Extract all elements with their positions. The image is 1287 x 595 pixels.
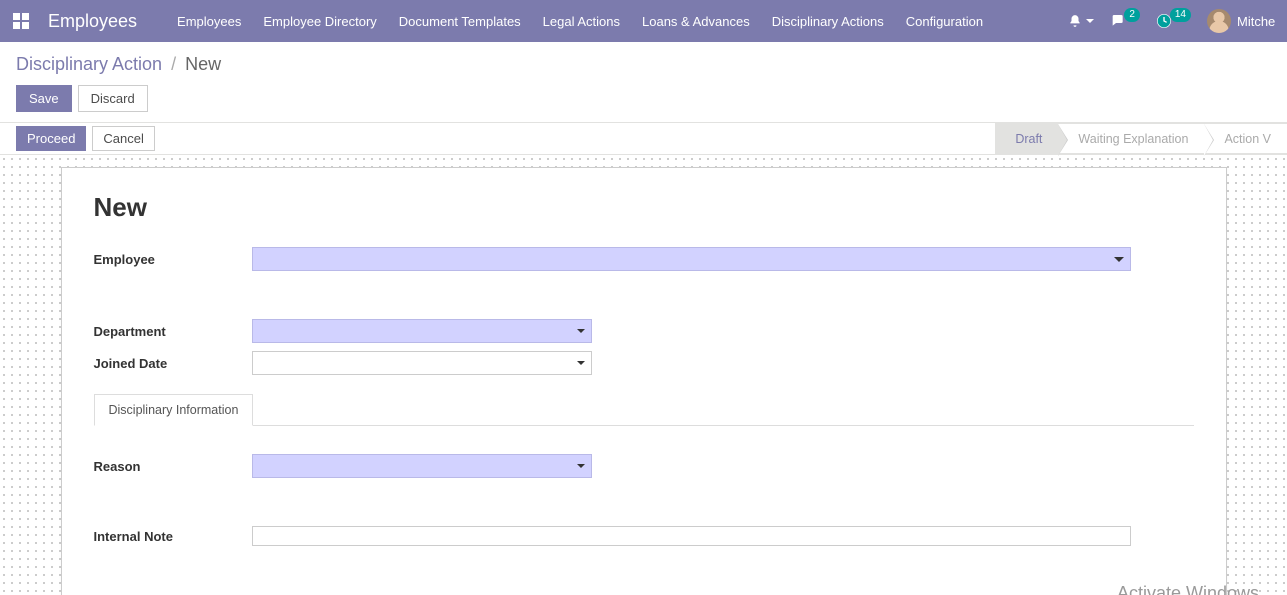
menu-disciplinary-actions[interactable]: Disciplinary Actions	[772, 14, 884, 29]
app-brand[interactable]: Employees	[48, 11, 137, 32]
stage-action-validated[interactable]: Action V	[1204, 123, 1287, 154]
menu-loans-advances[interactable]: Loans & Advances	[642, 14, 750, 29]
save-button[interactable]: Save	[16, 85, 72, 112]
messages-badge: 2	[1124, 8, 1140, 22]
discard-button[interactable]: Discard	[78, 85, 148, 112]
navbar-right: 2 14 Mitche	[1068, 9, 1275, 33]
row-internal-note: Internal Note	[94, 526, 1194, 546]
view-area: New Employee Department Joined Date	[0, 155, 1287, 595]
stage-draft[interactable]: Draft	[995, 123, 1058, 154]
bell-icon	[1068, 14, 1082, 28]
label-department: Department	[94, 324, 252, 339]
breadcrumb-parent[interactable]: Disciplinary Action	[16, 54, 162, 74]
avatar	[1207, 9, 1231, 33]
chevron-down-icon	[1086, 19, 1094, 23]
form-sheet: New Employee Department Joined Date	[61, 167, 1227, 595]
joined-date-field[interactable]	[252, 351, 592, 375]
navbar: Employees Employees Employee Directory D…	[0, 0, 1287, 42]
label-reason: Reason	[94, 459, 252, 474]
internal-note-input[interactable]	[252, 526, 1131, 546]
reason-field[interactable]	[252, 454, 592, 478]
breadcrumb-sep: /	[171, 54, 176, 74]
main-menu: Employees Employee Directory Document Te…	[177, 14, 983, 29]
proceed-button[interactable]: Proceed	[16, 126, 86, 151]
menu-configuration[interactable]: Configuration	[906, 14, 983, 29]
notebook-tabs: Disciplinary Information	[94, 393, 1194, 426]
statusbar: Draft Waiting Explanation Action V	[995, 123, 1287, 154]
menu-employees[interactable]: Employees	[177, 14, 241, 29]
label-employee: Employee	[94, 252, 252, 267]
user-menu[interactable]: Mitche	[1207, 9, 1275, 33]
username: Mitche	[1237, 14, 1275, 29]
department-input[interactable]	[252, 319, 592, 343]
messages-button[interactable]: 2	[1110, 13, 1140, 29]
control-panel: Disciplinary Action / New Save Discard	[0, 42, 1287, 123]
menu-document-templates[interactable]: Document Templates	[399, 14, 521, 29]
chevron-down-icon	[577, 361, 585, 365]
row-joined-date: Joined Date	[94, 351, 1194, 375]
edit-buttons: Save Discard	[16, 85, 1271, 112]
department-field[interactable]	[252, 319, 592, 343]
chevron-down-icon	[577, 464, 585, 468]
action-bar: Proceed Cancel Draft Waiting Explanation…	[0, 123, 1287, 155]
employee-input[interactable]	[252, 247, 1131, 271]
chevron-down-icon	[1114, 257, 1124, 262]
row-reason: Reason	[94, 454, 1194, 478]
stage-waiting-explanation[interactable]: Waiting Explanation	[1058, 123, 1204, 154]
page-title: New	[94, 192, 1194, 223]
label-joined-date: Joined Date	[94, 356, 252, 371]
internal-note-field[interactable]	[252, 526, 1131, 546]
cancel-button[interactable]: Cancel	[92, 126, 154, 151]
workflow-buttons: Proceed Cancel	[0, 123, 155, 154]
notifications-button[interactable]	[1068, 14, 1094, 28]
apps-icon[interactable]	[12, 12, 30, 30]
breadcrumb: Disciplinary Action / New	[16, 54, 1271, 75]
breadcrumb-current: New	[185, 54, 221, 74]
activities-badge: 14	[1170, 8, 1191, 22]
label-internal-note: Internal Note	[94, 529, 252, 544]
activities-button[interactable]: 14	[1156, 13, 1191, 29]
row-department: Department	[94, 319, 1194, 343]
tab-disciplinary-information[interactable]: Disciplinary Information	[94, 394, 254, 426]
chevron-down-icon	[577, 329, 585, 333]
employee-field[interactable]	[252, 247, 1131, 271]
menu-employee-directory[interactable]: Employee Directory	[263, 14, 376, 29]
reason-input[interactable]	[252, 454, 592, 478]
menu-legal-actions[interactable]: Legal Actions	[543, 14, 620, 29]
tab-content: Reason Internal Note	[94, 426, 1194, 546]
row-employee: Employee	[94, 247, 1194, 271]
joined-date-input[interactable]	[252, 351, 592, 375]
